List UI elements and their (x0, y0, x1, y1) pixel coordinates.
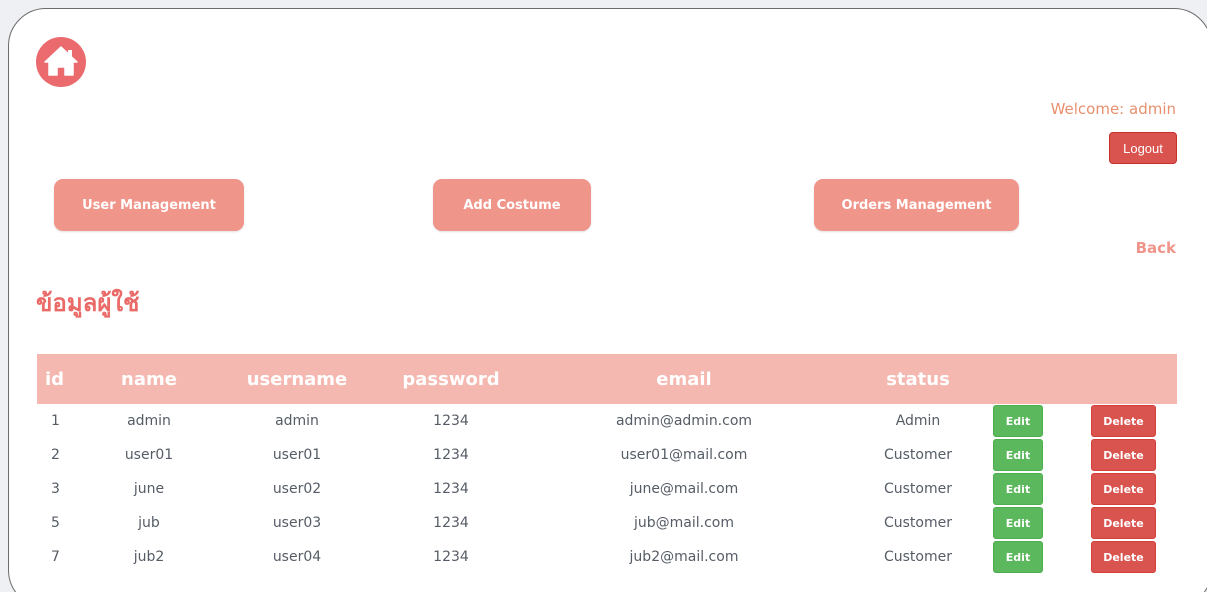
users-table-container: id name username password email status 1… (37, 354, 1177, 574)
table-header-row: id name username password email status (37, 354, 1177, 404)
delete-button[interactable]: Delete (1091, 507, 1156, 539)
page-title: ข้อมูลผู้ใช้ (36, 289, 140, 317)
back-link[interactable]: Back (1136, 239, 1176, 257)
users-table: id name username password email status 1… (37, 354, 1177, 574)
cell-status: Customer (883, 481, 952, 497)
cell-email: user01@mail.com (620, 447, 748, 463)
cell-id: 7 (51, 549, 60, 565)
cell-delete: Delete (1075, 506, 1177, 540)
cell-delete: Delete (1075, 404, 1177, 438)
cell-password: 1234 (433, 515, 469, 531)
cell-username: admin (275, 413, 319, 429)
table-row: 2 user01 user01 1234 user01@mail.com Cus… (37, 438, 1177, 472)
table-row: 1 admin admin 1234 admin@admin.com Admin… (37, 404, 1177, 438)
table-row: 3 june user02 1234 june@mail.com Custome… (37, 472, 1177, 506)
header-name: name (121, 368, 177, 390)
header-delete (1075, 354, 1177, 404)
cell-name: june (133, 481, 165, 497)
cell-edit: Edit (993, 540, 1075, 574)
table-row: 5 jub user03 1234 jub@mail.com Customer … (37, 506, 1177, 540)
cell-username: user03 (272, 515, 322, 531)
cell-status: Customer (883, 549, 952, 565)
cell-name: admin (127, 413, 171, 429)
delete-button[interactable]: Delete (1091, 405, 1156, 437)
edit-button[interactable]: Edit (993, 473, 1043, 505)
header-id: id (45, 368, 65, 390)
edit-button[interactable]: Edit (993, 405, 1043, 437)
cell-name: jub (138, 515, 160, 531)
cell-email: june@mail.com (629, 481, 739, 497)
cell-edit: Edit (993, 472, 1075, 506)
cell-password: 1234 (433, 447, 469, 463)
cell-name: jub2 (133, 549, 165, 565)
cell-edit: Edit (993, 404, 1075, 438)
cell-status: Admin (895, 413, 941, 429)
delete-button[interactable]: Delete (1091, 541, 1156, 573)
delete-button[interactable]: Delete (1091, 439, 1156, 471)
cell-password: 1234 (433, 413, 469, 429)
cell-username: user02 (272, 481, 322, 497)
cell-delete: Delete (1075, 438, 1177, 472)
cell-id: 3 (51, 481, 60, 497)
cell-edit: Edit (993, 506, 1075, 540)
cell-email: jub@mail.com (634, 515, 734, 531)
cell-id: 1 (51, 413, 60, 429)
home-icon[interactable] (36, 37, 86, 87)
cell-edit: Edit (993, 438, 1075, 472)
cell-delete: Delete (1075, 472, 1177, 506)
cell-id: 5 (51, 515, 60, 531)
cell-username: user01 (272, 447, 322, 463)
cell-name: user01 (124, 447, 174, 463)
cell-status: Customer (883, 515, 952, 531)
header-email: email (656, 368, 712, 390)
cell-password: 1234 (433, 481, 469, 497)
cell-password: 1234 (433, 549, 469, 565)
user-management-button[interactable]: User Management (54, 179, 244, 231)
cell-status: Customer (883, 447, 952, 463)
edit-button[interactable]: Edit (993, 507, 1043, 539)
cell-delete: Delete (1075, 540, 1177, 574)
cell-id: 2 (51, 447, 60, 463)
header-status: status (886, 368, 950, 390)
edit-button[interactable]: Edit (993, 439, 1043, 471)
cell-username: user04 (272, 549, 322, 565)
logout-button[interactable]: Logout (1109, 132, 1177, 164)
add-costume-button[interactable]: Add Costume (433, 179, 591, 231)
cell-email: jub2@mail.com (629, 549, 739, 565)
delete-button[interactable]: Delete (1091, 473, 1156, 505)
header-password: password (402, 368, 500, 390)
edit-button[interactable]: Edit (993, 541, 1043, 573)
home-icon-graphic (36, 37, 86, 87)
header-edit (993, 354, 1075, 404)
header-username: username (246, 368, 348, 390)
table-row: 7 jub2 user04 1234 jub2@mail.com Custome… (37, 540, 1177, 574)
cell-email: admin@admin.com (615, 413, 753, 429)
welcome-text: Welcome: admin (1050, 100, 1176, 118)
orders-management-button[interactable]: Orders Management (814, 179, 1019, 231)
